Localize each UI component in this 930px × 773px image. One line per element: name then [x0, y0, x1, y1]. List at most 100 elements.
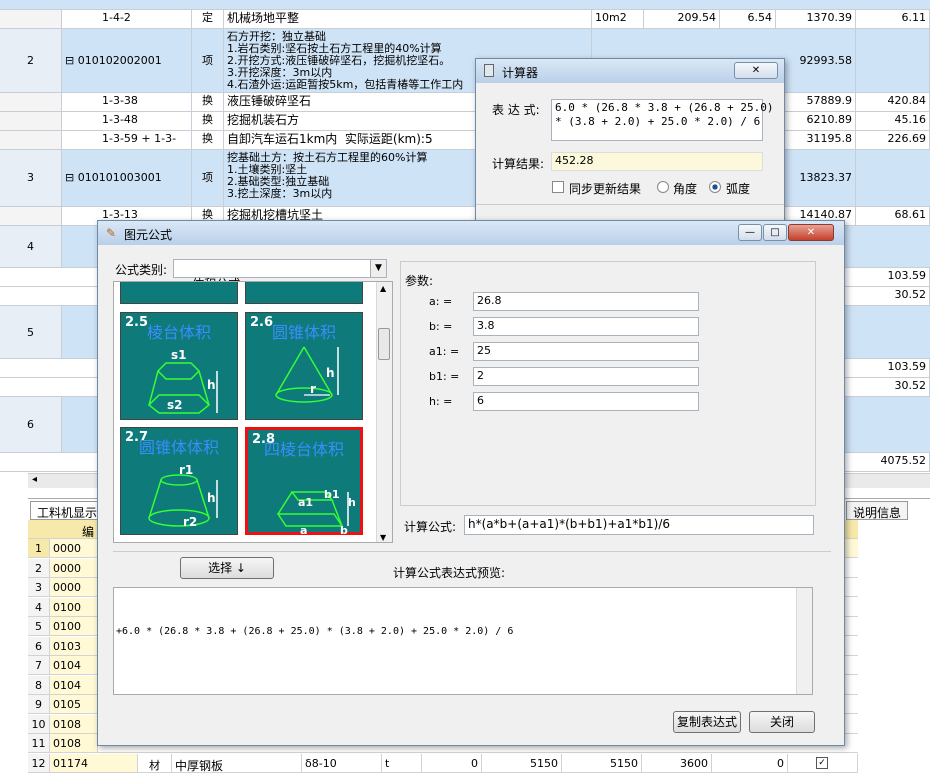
- param-label: b: =: [429, 320, 453, 333]
- formula-title: 图元公式: [124, 228, 173, 242]
- row-type: 项: [192, 29, 224, 92]
- sync-label: 同步更新结果: [569, 182, 642, 196]
- close-button[interactable]: 关闭: [749, 711, 815, 733]
- angle-radio[interactable]: [657, 181, 669, 193]
- param-label: h: =: [429, 395, 453, 408]
- row-last: 226.69: [856, 131, 930, 149]
- row-code: 0000: [50, 578, 98, 596]
- preview-area[interactable]: +6.0 * (26.8 * 3.8 + (26.8 + 25.0) * (3.…: [113, 587, 813, 695]
- param-input[interactable]: 3.8: [473, 317, 699, 336]
- table-row[interactable]: 1-3-59 + 1-3- 换 自卸汽车运石1km内 实际运距(km):5 31…: [0, 131, 930, 150]
- scroll-up-icon[interactable]: ▲: [380, 284, 386, 293]
- tile-cone-volume[interactable]: 2.6 圆锥体积 h r: [245, 312, 363, 420]
- scroll-down-icon[interactable]: ▼: [380, 533, 386, 542]
- row-total: 92993.58: [776, 29, 856, 92]
- svg-text:h: h: [207, 491, 216, 505]
- formula-gallery: 2.5 棱台体积 s1 h s2 2.6 圆锥体积 h r 2.7 圆锥体体积 …: [113, 281, 393, 543]
- row-code: ⊟ 010101003001: [62, 150, 192, 206]
- row-total: 6210.89: [776, 112, 856, 130]
- scroll-left-icon[interactable]: ◂: [32, 474, 37, 485]
- row-code: 0100: [50, 617, 98, 635]
- calculator-title: 计算器: [502, 66, 539, 80]
- row-code: 0000: [50, 539, 98, 557]
- row-number: 9: [28, 695, 50, 713]
- row-number: 7: [28, 656, 50, 674]
- preview-text: +6.0 * (26.8 * 3.8 + (26.8 + 25.0) * (3.…: [116, 626, 514, 637]
- param-input[interactable]: 26.8: [473, 292, 699, 311]
- row-code: 0104: [50, 675, 98, 694]
- table-row[interactable]: 12 01174 材 中厚钢板 δ8-10 t 0 5150 5150 3600…: [28, 754, 858, 773]
- row-last: 45.16: [856, 112, 930, 130]
- row-code: 1-3-59 + 1-3-: [62, 131, 192, 149]
- row-number: 3: [0, 150, 62, 206]
- radian-radio[interactable]: [709, 181, 721, 193]
- preview-label: 计算公式表达式预览:: [393, 566, 506, 580]
- row-number: 3: [28, 578, 50, 596]
- row-code: 0108: [50, 714, 98, 733]
- formula-titlebar[interactable]: ✎ 图元公式 — □ ✕: [98, 221, 844, 245]
- tab-description[interactable]: 说明信息: [846, 501, 909, 520]
- svg-text:a: a: [300, 524, 307, 537]
- row-number: 2: [28, 558, 50, 577]
- row-number: 6: [28, 636, 50, 655]
- expression-label: 表 达 式:: [492, 103, 540, 117]
- tile-square-frustum-volume[interactable]: 2.8 四棱台体积 a1 b1 h a b: [245, 427, 363, 537]
- angle-label: 角度: [673, 182, 698, 196]
- row-number: 10: [28, 714, 50, 733]
- minimize-icon[interactable]: —: [738, 224, 762, 241]
- param-input[interactable]: 6: [473, 392, 699, 411]
- chevron-down-icon[interactable]: ▼: [370, 260, 386, 277]
- row-number: 1: [28, 539, 50, 557]
- formula-icon: ✎: [106, 226, 117, 240]
- table-row[interactable]: 1-3-38 换 液压锤破碎坚石 57889.9 420.84: [0, 93, 930, 112]
- select-button[interactable]: 选择 ↓: [180, 557, 274, 579]
- calculator-titlebar[interactable]: 计算器 ✕: [476, 59, 784, 83]
- preview-scrollbar[interactable]: [796, 588, 812, 694]
- row-unit: 10m2: [592, 10, 644, 28]
- category-select[interactable]: 体积公式 ▼: [173, 259, 387, 291]
- sync-checkbox[interactable]: [552, 181, 564, 193]
- svg-text:s1: s1: [171, 348, 187, 362]
- scroll-thumb[interactable]: [378, 328, 390, 360]
- row-number: 11: [28, 734, 50, 752]
- maximize-icon[interactable]: □: [763, 224, 787, 241]
- row-last: 420.84: [856, 93, 930, 111]
- expression-input[interactable]: 6.0 * (26.8 * 3.8 + (26.8 + 25.0) * (3.8…: [551, 99, 774, 141]
- collapse-icon[interactable]: ⊟: [65, 54, 78, 67]
- table-row[interactable]: 3 ⊟ 010101003001 项 挖基础土方：按土石方工程里的60%计算 1…: [0, 150, 930, 207]
- table-row[interactable]: 2 ⊟ 010102002001 项 石方开挖：独立基础 1.岩石类别:坚石按土…: [0, 29, 930, 93]
- radian-label: 弧度: [726, 182, 751, 196]
- table-row[interactable]: 1-4-2 定 机械场地平整 10m2 209.54 6.54 1370.39 …: [0, 10, 930, 29]
- param-input[interactable]: 2: [473, 367, 699, 386]
- row-total: 13823.37: [776, 150, 856, 206]
- row-type: 定: [192, 10, 224, 28]
- copy-expression-button[interactable]: 复制表达式: [673, 711, 741, 733]
- row-code: 0108: [50, 734, 98, 752]
- calculator-icon: [484, 64, 494, 77]
- formula-window: ✎ 图元公式 — □ ✕ 公式类别: 体积公式 ▼ 2.5 棱台体积 s1 h …: [97, 220, 845, 746]
- checkbox[interactable]: ✓: [816, 757, 828, 769]
- formula-label: 计算公式:: [404, 520, 457, 534]
- table-row[interactable]: 1-3-48 换 挖掘机装石方 6210.89 45.16: [0, 112, 930, 131]
- param-input[interactable]: 25: [473, 342, 699, 361]
- result-field: 452.28: [551, 152, 763, 171]
- row-type: 换: [192, 93, 224, 111]
- category-label: 公式类别:: [115, 263, 168, 277]
- param-label: a: =: [429, 295, 453, 308]
- row-number: 5: [28, 617, 50, 635]
- close-icon[interactable]: ✕: [734, 62, 778, 79]
- tile-frustum-volume[interactable]: 2.5 棱台体积 s1 h s2: [120, 312, 238, 420]
- tab-materials[interactable]: 工料机显示: [30, 501, 105, 520]
- collapse-icon[interactable]: ⊟: [65, 171, 78, 184]
- svg-text:a1: a1: [298, 496, 313, 509]
- row-code: 0104: [50, 656, 98, 674]
- row-code: 0105: [50, 695, 98, 713]
- row-total: 1370.39: [776, 10, 856, 28]
- row-desc: 机械场地平整: [224, 10, 592, 28]
- table-row[interactable]: [0, 0, 930, 10]
- svg-text:r1: r1: [179, 463, 193, 477]
- tile-truncated-cone-volume[interactable]: 2.7 圆锥体体积 r1 h r2: [120, 427, 238, 535]
- close-icon[interactable]: ✕: [788, 224, 834, 241]
- gallery-scrollbar[interactable]: ▲ ▼: [376, 282, 392, 542]
- formula-input[interactable]: h*(a*b+(a+a1)*(b+b1)+a1*b1)/6: [464, 515, 814, 535]
